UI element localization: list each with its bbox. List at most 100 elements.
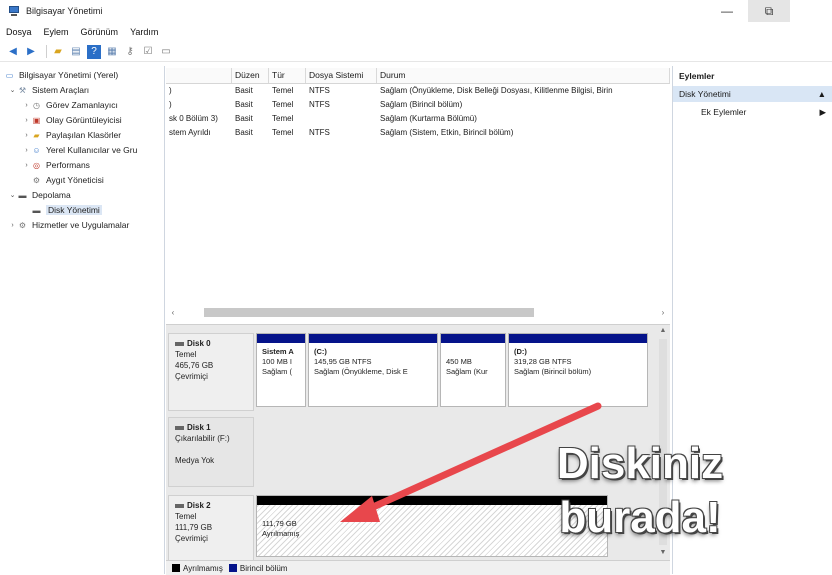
- properties-icon[interactable]: ▦: [105, 45, 119, 59]
- back-arrow-icon[interactable]: ◀: [6, 45, 20, 59]
- primary-partition-bar: [509, 334, 647, 343]
- tree-label: Performans: [46, 160, 90, 170]
- tree-item-shared-folders[interactable]: › ▰ Paylaşılan Klasörler: [22, 128, 121, 142]
- column-header-file-system[interactable]: Dosya Sistemi: [306, 68, 377, 83]
- cell-status: Sağlam (Birincil bölüm): [380, 100, 463, 109]
- cell-file-system: [306, 112, 377, 126]
- scroll-left-icon[interactable]: ‹: [168, 308, 178, 317]
- menu-dosya[interactable]: Dosya: [0, 27, 38, 37]
- partition-size: 319,28 GB NTFS: [514, 357, 572, 366]
- clock-icon: ◷: [33, 100, 40, 110]
- disk-icon: [175, 425, 184, 430]
- chevron-right-icon[interactable]: ›: [22, 132, 31, 139]
- partition-recovery[interactable]: 450 MB Sağlam (Kur: [440, 333, 506, 407]
- cell-volume: ): [169, 100, 172, 109]
- disk-name: Disk 0: [187, 339, 211, 348]
- horizontal-scrollbar[interactable]: ‹ ›: [168, 306, 668, 319]
- tree-label: Aygıt Yöneticisi: [46, 175, 104, 185]
- scroll-right-icon[interactable]: ›: [658, 308, 668, 317]
- cell-type: Temel: [272, 100, 294, 109]
- tree-item-device-manager[interactable]: ⚙ Aygıt Yöneticisi: [22, 173, 104, 187]
- help-icon[interactable]: ?: [87, 44, 101, 59]
- tree-item-storage[interactable]: ⌄ ▬ Depolama: [8, 188, 71, 202]
- tree-item-performance[interactable]: › ◎ Performans: [22, 158, 90, 172]
- legend-swatch-unallocated: [172, 564, 180, 572]
- chevron-down-icon[interactable]: ⌄: [8, 86, 17, 94]
- menu-gorunum[interactable]: Görünüm: [75, 27, 125, 37]
- chevron-down-icon[interactable]: ⌄: [8, 191, 17, 199]
- toolbar-separator: [46, 45, 47, 58]
- tree-label: Depolama: [32, 190, 71, 200]
- column-header-volume[interactable]: [166, 68, 232, 83]
- minimize-button[interactable]: —: [706, 0, 748, 22]
- window-icon[interactable]: ▭: [159, 45, 173, 59]
- table-row[interactable]: ) Basit Temel NTFS Sağlam (Önyükleme, Di…: [166, 84, 664, 98]
- cell-volume: stem Ayrıldı: [169, 128, 211, 137]
- key-icon[interactable]: ⚷: [123, 45, 137, 59]
- menu-yardim[interactable]: Yardım: [124, 27, 164, 37]
- partition-system-reserved[interactable]: Sistem A 100 MB I Sağlam (: [256, 333, 306, 407]
- table-row[interactable]: ) Basit Temel NTFS Sağlam (Birincil bölü…: [166, 98, 664, 112]
- chevron-right-icon[interactable]: ›: [22, 147, 31, 154]
- disk-status: Çevrimiçi: [175, 372, 208, 381]
- collapse-up-icon[interactable]: ▲: [818, 86, 826, 102]
- table-row[interactable]: stem Ayrıldı Basit Temel NTFS Sağlam (Si…: [166, 126, 664, 140]
- scroll-down-icon[interactable]: ▼: [658, 549, 668, 559]
- tree-item-local-users[interactable]: › ☺ Yerel Kullanıcılar ve Gru: [22, 143, 137, 157]
- chevron-right-icon[interactable]: ›: [22, 162, 31, 169]
- partition-d[interactable]: (D:) 319,28 GB NTFS Sağlam (Birincil böl…: [508, 333, 648, 407]
- menu-eylem[interactable]: Eylem: [38, 27, 75, 37]
- primary-partition-bar: [309, 334, 437, 343]
- table-row[interactable]: sk 0 Bölüm 3) Basit Temel Sağlam (Kurtar…: [166, 112, 664, 126]
- menu-bar: Dosya Eylem Görünüm Yardım: [0, 24, 832, 40]
- tree-item-disk-management[interactable]: ▬ Disk Yönetimi: [22, 203, 102, 217]
- scroll-thumb[interactable]: [204, 308, 534, 317]
- chevron-right-icon[interactable]: ›: [22, 102, 31, 109]
- folder-icon[interactable]: ▰: [51, 45, 65, 59]
- disk-icon: [175, 341, 184, 346]
- disk-0-label[interactable]: Disk 0 Temel 465,76 GB Çevrimiçi: [168, 333, 254, 411]
- disk-size: [175, 444, 247, 455]
- tree-label: Disk Yönetimi: [46, 205, 102, 215]
- actions-section-disk-management[interactable]: Disk Yönetimi ▲: [673, 86, 832, 102]
- cell-file-system: NTFS: [309, 86, 330, 95]
- cell-type: Temel: [272, 114, 294, 123]
- tree-item-root[interactable]: ▭ Bilgisayar Yönetimi (Yerel): [4, 68, 119, 82]
- scroll-track[interactable]: [178, 308, 658, 317]
- disk-name: Disk 1: [187, 423, 211, 432]
- column-header-status[interactable]: Durum: [377, 68, 670, 83]
- chevron-right-icon[interactable]: ›: [8, 222, 17, 229]
- shared-folder-icon: ▰: [33, 130, 40, 140]
- tree-item-system-tools[interactable]: ⌄ ⚒ Sistem Araçları: [8, 83, 90, 97]
- cell-layout: Basit: [235, 100, 253, 109]
- primary-partition-bar: [257, 334, 305, 343]
- partition-size: 450 MB: [446, 357, 472, 366]
- cell-layout: Basit: [235, 86, 253, 95]
- tree-item-event-viewer[interactable]: › ▣ Olay Görüntüleyicisi: [22, 113, 121, 127]
- action-more-actions[interactable]: Ek Eylemler ▶: [673, 102, 832, 122]
- disk-2-label[interactable]: Disk 2 Temel 111,79 GB Çevrimiçi: [168, 495, 254, 561]
- cell-type: Temel: [272, 86, 294, 95]
- disk-icon: ▬: [32, 205, 41, 215]
- cell-file-system: NTFS: [309, 128, 330, 137]
- restore-button[interactable]: ⧉: [748, 0, 790, 22]
- tree-label: Bilgisayar Yönetimi (Yerel): [19, 70, 119, 80]
- forward-arrow-icon[interactable]: ▶: [24, 45, 38, 59]
- console-tree-icon[interactable]: ▤: [69, 45, 83, 59]
- window-controls: — ⧉: [706, 0, 832, 22]
- partition-c[interactable]: (C:) 145,95 GB NTFS Sağlam (Önyükleme, D…: [308, 333, 438, 407]
- chevron-right-icon[interactable]: ›: [22, 117, 31, 124]
- partition-status: Sağlam (Kur: [446, 367, 488, 376]
- primary-partition-bar: [441, 334, 505, 343]
- check-icon[interactable]: ☑: [141, 45, 155, 59]
- tree-item-task-scheduler[interactable]: › ◷ Görev Zamanlayıcı: [22, 98, 117, 112]
- column-header-layout[interactable]: Düzen: [232, 68, 269, 83]
- close-button[interactable]: [790, 0, 832, 22]
- tree-item-services[interactable]: › ⚙ Hizmetler ve Uygulamalar: [8, 218, 129, 232]
- scroll-up-icon[interactable]: ▲: [658, 327, 668, 337]
- disk-icon: [175, 503, 184, 508]
- column-header-type[interactable]: Tür: [269, 68, 306, 83]
- computer-icon: ▭: [5, 70, 14, 80]
- disk-1-label[interactable]: Disk 1 Çıkarılabilir (F:) Medya Yok: [168, 417, 254, 487]
- disk-status: Medya Yok: [175, 456, 215, 465]
